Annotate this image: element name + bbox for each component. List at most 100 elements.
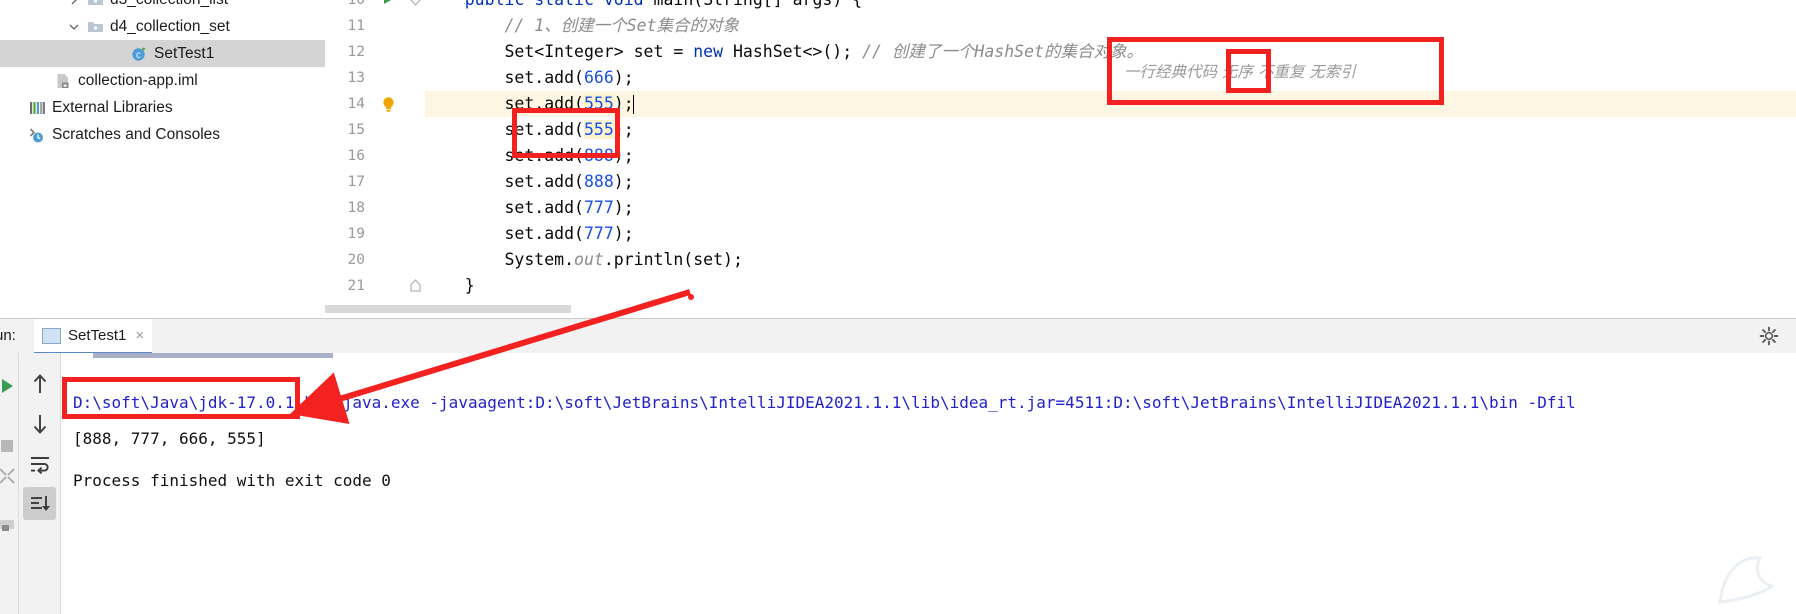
code-token: .println(set); <box>603 249 743 269</box>
run-console-toolbar[interactable] <box>19 353 61 614</box>
tree-twisty-placeholder <box>6 121 26 148</box>
code-line[interactable]: // 1、创建一个Set集合的对象 <box>425 13 1796 39</box>
fold-end-icon[interactable] <box>409 279 422 297</box>
line-number: 12 <box>347 43 365 60</box>
collapse-icon[interactable] <box>0 465 18 487</box>
gutter-markers[interactable] <box>369 0 425 13</box>
gutter-line[interactable]: 16 <box>325 143 425 169</box>
gutter-markers[interactable] <box>369 169 425 195</box>
run-window-title: un: <box>0 327 16 344</box>
code-line[interactable]: set.add(777); <box>425 195 1796 221</box>
gutter-line[interactable]: 15 <box>325 117 425 143</box>
code-token: ); <box>613 197 634 217</box>
gutter-line[interactable]: 14 <box>325 91 425 117</box>
run-tab-label: SetTest1 <box>68 327 127 344</box>
code-token: System. <box>425 249 575 269</box>
annotation-box-output <box>62 377 300 419</box>
gutter-markers[interactable] <box>369 143 425 169</box>
gutter-line[interactable]: 13 <box>325 65 425 91</box>
gutter-line[interactable]: 18 <box>325 195 425 221</box>
gutter-markers[interactable] <box>369 273 425 299</box>
code-line[interactable]: set.add(777); <box>425 221 1796 247</box>
code-token: ); <box>613 223 634 243</box>
run-window-header: un: SetTest1 × <box>0 319 1796 354</box>
intention-bulb-icon[interactable] <box>381 96 396 118</box>
code-line-text: set.add(777); <box>425 223 634 243</box>
code-line-text: System.out.println(set); <box>425 249 743 269</box>
editor-bottom-strip <box>325 305 571 313</box>
tree-item-external-libraries[interactable]: External Libraries <box>0 94 325 121</box>
folder-icon <box>84 0 106 13</box>
tree-item-collection-app-iml[interactable]: collection-app.iml <box>0 67 325 94</box>
gutter-markers[interactable] <box>369 65 425 91</box>
code-line[interactable]: public static void main(String[] args) { <box>425 0 1796 13</box>
svg-text:C: C <box>136 51 141 61</box>
chevron-down-icon[interactable] <box>64 13 84 40</box>
gutter-line[interactable]: 10 <box>325 0 425 13</box>
chevron-right-icon[interactable] <box>64 0 84 13</box>
gutter-markers[interactable] <box>369 247 425 273</box>
gear-icon[interactable] <box>1758 325 1780 347</box>
code-line[interactable]: set.add(555); <box>425 117 1796 143</box>
libraries-icon <box>26 94 48 121</box>
gutter-markers[interactable] <box>369 13 425 39</box>
code-token: set.add( <box>425 67 584 87</box>
annotation-box-note: 一行经典代码 无序 不重复 无索引 <box>1107 37 1444 105</box>
folder-icon <box>84 13 106 40</box>
close-icon[interactable]: × <box>135 327 144 344</box>
code-token: 777 <box>583 197 614 217</box>
editor-gutter[interactable]: 10 11 12 13 14 15 16 17 18 19 20 21 <box>325 0 425 313</box>
code-line[interactable]: set.add(888); <box>425 169 1796 195</box>
tree-item-settest1[interactable]: C SetTest1 <box>0 40 325 67</box>
code-token: public <box>465 0 525 9</box>
run-tool-window[interactable]: un: SetTest1 × <box>0 318 1796 614</box>
line-number: 15 <box>347 121 365 138</box>
run-gutter-icon[interactable] <box>381 0 395 11</box>
gutter-line[interactable]: 11 <box>325 13 425 39</box>
gutter-line[interactable]: 12 <box>325 39 425 65</box>
run-side-toolbar[interactable] <box>0 353 19 614</box>
down-arrow-icon[interactable] <box>23 407 56 440</box>
tree-item-d4-collection-set[interactable]: d4_collection_set <box>0 13 325 40</box>
project-tree-panel[interactable]: d3_collection_list d4_collection_set C SetT… <box>0 0 325 313</box>
scroll-to-end-icon[interactable] <box>23 487 56 520</box>
console-output[interactable]: D:\soft\Java\jdk-17.0.1\bin\java.exe -ja… <box>61 353 1796 614</box>
console-scrollbar[interactable] <box>93 353 333 358</box>
gutter-markers[interactable] <box>369 91 425 117</box>
code-token: 777 <box>583 223 614 243</box>
line-number: 21 <box>347 277 365 294</box>
gutter-line[interactable]: 21 <box>325 273 425 299</box>
tree-item-scratches-and-consoles[interactable]: Scratches and Consoles <box>0 121 325 148</box>
gutter-line[interactable]: 20 <box>325 247 425 273</box>
soft-wrap-icon[interactable] <box>23 447 56 480</box>
run-tab-settest1[interactable]: SetTest1 × <box>34 319 153 354</box>
code-line[interactable]: set.add(888); <box>425 143 1796 169</box>
gutter-markers[interactable] <box>369 39 425 65</box>
tree-item-d3-collection-list[interactable]: d3_collection_list <box>0 0 325 13</box>
fold-collapse-icon[interactable] <box>409 0 422 11</box>
code-token: HashSet<>(); <box>723 41 863 61</box>
code-token: ); <box>613 171 634 191</box>
tree-item-label: External Libraries <box>52 98 173 116</box>
gutter-line[interactable]: 17 <box>325 169 425 195</box>
gutter-markers[interactable] <box>369 117 425 143</box>
tree-twisty-placeholder <box>6 94 26 121</box>
line-number: 16 <box>347 147 365 164</box>
code-line-text: set.add(666); <box>425 67 634 87</box>
rerun-icon[interactable] <box>0 375 18 397</box>
code-line[interactable]: System.out.println(set); <box>425 247 1796 273</box>
code-line[interactable]: } <box>425 273 1796 299</box>
code-line-text: public static void main(String[] args) { <box>425 0 862 8</box>
print-icon[interactable] <box>0 513 18 535</box>
up-arrow-icon[interactable] <box>23 367 56 400</box>
text-caret <box>632 94 635 114</box>
gutter-markers[interactable] <box>369 195 425 221</box>
gutter-markers[interactable] <box>369 221 425 247</box>
console-tab-icon <box>42 327 61 344</box>
code-token: void <box>604 0 644 9</box>
code-token: ); <box>613 67 634 87</box>
stop-icon[interactable] <box>0 435 18 457</box>
gutter-line[interactable]: 19 <box>325 221 425 247</box>
